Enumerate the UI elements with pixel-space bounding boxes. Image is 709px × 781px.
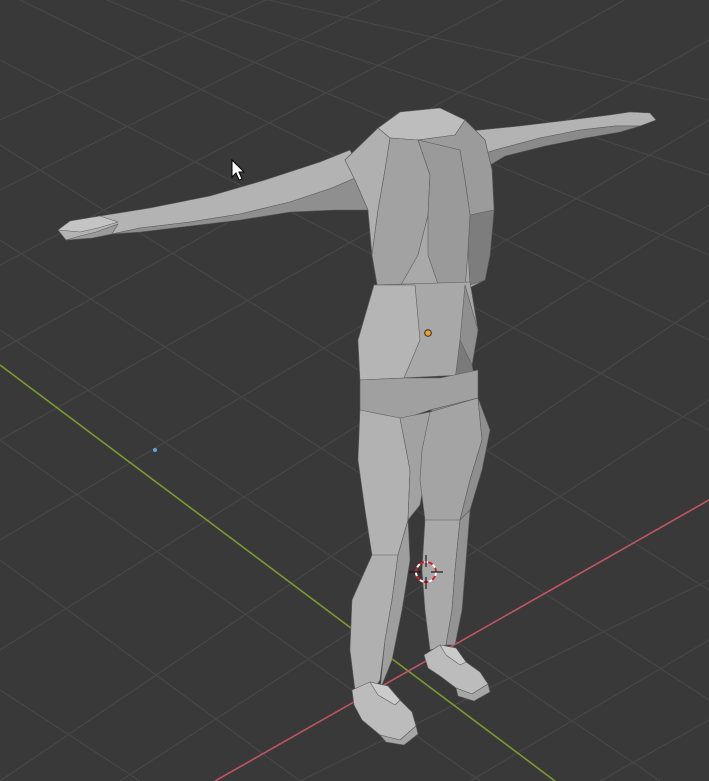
mouse-pointer-icon xyxy=(231,158,246,181)
light-marker-dot[interactable] xyxy=(153,448,157,452)
object-origin-dot[interactable] xyxy=(424,329,432,337)
viewport-canvas[interactable] xyxy=(0,0,709,781)
3d-viewport[interactable] xyxy=(0,0,709,781)
